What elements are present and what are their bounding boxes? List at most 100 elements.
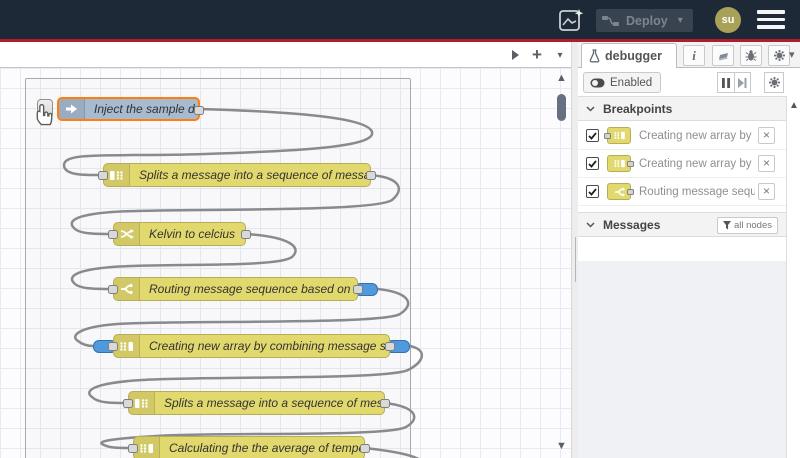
sidebar: debugger i ▾ Enabled Breakpoints Creatin… [578,42,800,458]
tab-info[interactable]: i [683,45,705,66]
messages-empty-area [578,261,786,458]
sidebar-scrollbar[interactable]: ▲ [786,96,800,458]
output-port[interactable] [360,444,370,453]
breakpoint-label: Creating new array by combining message … [639,157,755,170]
breakpoint-checkbox[interactable] [586,157,599,170]
sidebar-splitter[interactable] [571,42,578,458]
breakpoints-title: Breakpoints [603,101,673,116]
deploy-label: Deploy [626,13,668,28]
canvas-scrollbar-thumb[interactable] [557,94,566,121]
breakpoint-remove-button[interactable]: × [758,127,775,144]
pause-icon [722,77,730,88]
input-port[interactable] [123,399,133,408]
add-flow-button[interactable]: + [528,45,546,64]
book-icon [718,52,728,60]
canvas-scroll-down[interactable]: ▼ [556,440,567,452]
output-port[interactable] [385,342,395,351]
input-port[interactable] [128,444,138,453]
messages-empty-row [578,238,786,261]
flow-list-caret[interactable]: ▾ [551,46,569,64]
debugger-toolbar: Enabled [578,68,800,96]
splitter-handle [575,237,576,282]
breakpoint-remove-button[interactable]: × [758,155,775,172]
node-label: Routing message sequence based on condit… [149,282,357,296]
flow-node-split[interactable]: Splits a message into a sequence of mess… [123,391,390,415]
input-port[interactable] [98,171,108,180]
gear-icon [768,77,780,88]
tab-help[interactable] [712,45,734,66]
mouse-cursor [32,103,54,133]
debugger-settings-button[interactable] [764,72,784,93]
output-port[interactable] [366,171,376,180]
user-avatar[interactable]: su [715,7,741,33]
flow-canvas[interactable]: Inject the sample data Splits a message i… [0,68,571,458]
join-node-mini-icon [604,127,631,144]
messages-section-header[interactable]: Messages all nodes [578,212,786,237]
canvas-scroll-up[interactable]: ▲ [556,72,567,84]
tab-config-nodes[interactable] [768,45,790,66]
node-label: Inject the sample data [94,102,198,116]
sidebar-scroll-up[interactable]: ▲ [789,100,799,111]
sidebar-tabbar: debugger i ▾ [578,42,800,68]
toggle-icon [590,78,605,87]
filter-label: all nodes [733,220,772,231]
messages-filter-button[interactable]: all nodes [716,217,778,234]
gear-icon [773,50,785,61]
chevron-down-icon [586,105,595,112]
switch-node-mini-icon [607,183,634,200]
deploy-button[interactable]: Deploy ▾ [596,9,693,32]
tab-debugger[interactable]: debugger [581,43,677,68]
node-label: Kelvin to celcius [149,227,236,241]
breakpoint-row: Creating new array by combining message … [578,122,786,150]
info-icon: i [692,47,696,63]
tab-debugger-label: debugger [605,49,662,63]
breakpoint-row: Creating new array by combining message … [578,150,786,178]
flow-node-function[interactable]: Calculating the the average of temperatu… [128,436,370,458]
input-port[interactable] [108,342,118,351]
deploy-caret-icon[interactable]: ▾ [678,15,683,26]
funnel-icon [722,221,731,230]
output-port-marker [627,160,634,167]
flow-node-inject[interactable]: Inject the sample data [57,97,204,121]
flask-icon [589,49,600,63]
output-port[interactable] [241,230,251,239]
node-label: Splits a message into a sequence of mess… [139,168,370,182]
breakpoint-checkbox[interactable] [586,185,599,198]
menu-bar [757,17,785,21]
messages-title: Messages [603,217,661,232]
node-label: Splits a message into a sequence of mess… [164,396,384,410]
chevron-down-icon [586,221,595,228]
output-port[interactable] [353,285,363,294]
pause-button[interactable] [717,72,734,93]
breakpoint-row: Routing message sequence based on condit… [578,178,786,206]
breakpoint-remove-button[interactable]: × [758,183,775,200]
output-port[interactable] [194,106,204,115]
output-port[interactable] [380,399,390,408]
flow-node-split[interactable]: Splits a message into a sequence of mess… [98,163,376,187]
breakpoint-label: Routing message sequence based on condit… [639,185,755,198]
wire[interactable] [364,446,426,458]
node-red-window: Deploy ▾ su + ▾ Inject the sample data Sp… [0,0,800,458]
deploy-nodes-icon [602,15,619,26]
breakpoint-checkbox[interactable] [586,129,599,142]
workspace-tab-strip: + ▾ [0,42,571,68]
sidebar-tab-overflow-caret[interactable]: ▾ [789,48,795,61]
step-button[interactable] [734,72,751,93]
step-icon [738,77,747,88]
breakpoints-section-header[interactable]: Breakpoints [578,96,786,121]
input-port-marker [604,132,611,139]
flow-node-join[interactable]: Creating new array by combining message … [108,334,395,358]
flow-node-change[interactable]: Kelvin to celcius [108,222,251,246]
debugger-enabled-toggle[interactable]: Enabled [583,72,662,93]
ai-assistant-icon[interactable] [556,7,586,33]
node-label: Calculating the the average of temperatu… [169,441,364,455]
tab-debug-messages[interactable] [740,45,762,66]
breakpoint-label: Creating new array by combining message … [639,129,755,142]
flow-node-switch[interactable]: Routing message sequence based on condit… [108,277,363,301]
output-port-marker [627,188,634,195]
input-port[interactable] [108,285,118,294]
input-port[interactable] [108,230,118,239]
tab-scroll-right-button[interactable] [506,46,524,64]
menu-bar [757,10,785,14]
main-menu-button[interactable] [757,10,785,30]
